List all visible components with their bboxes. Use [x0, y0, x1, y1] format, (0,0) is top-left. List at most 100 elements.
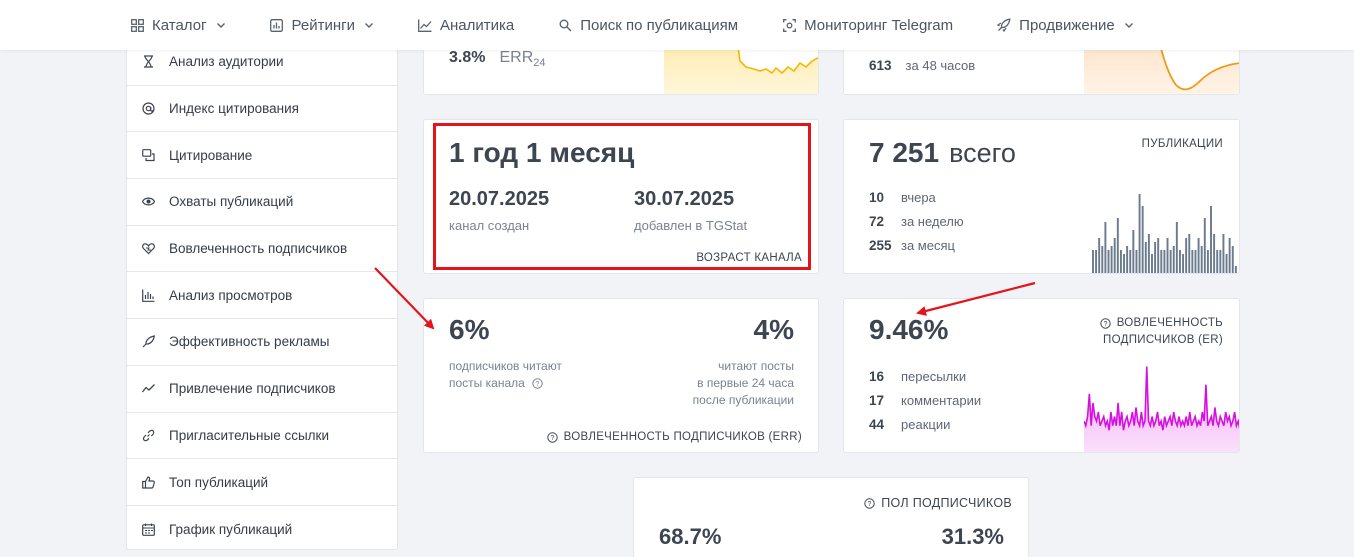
grid-icon: [130, 18, 144, 32]
stat-label: реакции: [901, 416, 951, 432]
sidebar-item-label: Эффективность рекламы: [169, 334, 330, 350]
publications-bar: [1144, 242, 1147, 273]
stat-value: 72: [869, 213, 885, 229]
publications-bar: [1225, 254, 1228, 273]
publications-bar: [1110, 246, 1113, 273]
eye-icon: [142, 195, 155, 208]
publications-bar: [1157, 238, 1160, 273]
sidebar-item[interactable]: Индекс цитирования: [127, 86, 397, 133]
publications-bar: [1154, 242, 1157, 273]
publications-bar: [1234, 266, 1237, 273]
err-right-value: 4%: [753, 314, 794, 345]
stat-label: комментарии: [901, 392, 982, 408]
publications-total: 7 251: [869, 137, 940, 168]
quote-icon: [142, 148, 155, 162]
sidebar-item-label: Анализ просмотров: [169, 287, 293, 303]
publications-bar: [1116, 218, 1119, 273]
publications-bar: [1160, 250, 1163, 273]
err24-sub: 24: [533, 57, 546, 70]
line-chart-icon: [418, 18, 432, 32]
err-card: 6% подписчиков читают посты канала ? 4% …: [423, 298, 819, 453]
sidebar-item[interactable]: Охваты публикаций: [127, 179, 397, 226]
sidebar-item[interactable]: Привлечение подписчиков: [127, 366, 397, 413]
publications-bar: [1231, 246, 1234, 273]
publications-bar: [1222, 234, 1225, 273]
publications-bar: [1141, 206, 1144, 273]
nav-analytics[interactable]: Аналитика: [418, 17, 514, 34]
err-right-label-2: в первые 24 часа: [697, 376, 794, 390]
channel-age-card: 1 год 1 месяц 20.07.2025 канал создан 30…: [423, 119, 819, 274]
err-right-label-3: после публикации: [692, 393, 794, 407]
sidebar-item[interactable]: Пригласительные ссылки: [127, 413, 397, 460]
publications-bar: [1228, 238, 1231, 273]
rocket-icon: [142, 335, 155, 348]
publications-bar: [1213, 234, 1216, 273]
nav-search[interactable]: Поиск по публикациям: [558, 17, 738, 34]
sidebar-item[interactable]: Цитирование: [127, 132, 397, 180]
sidebar-item-label: Топ публикаций: [169, 474, 269, 490]
sidebar-item-label: Привлечение подписчиков: [169, 381, 336, 397]
stat-value: 17: [869, 392, 885, 408]
publications-bar: [1129, 250, 1132, 273]
err-right-label-1: читают посты: [718, 359, 794, 373]
bar-chart-icon: [142, 289, 155, 302]
err-caption: ВОВЛЕЧЕННОСТЬ ПОДПИСЧИКОВ (ERR): [563, 431, 802, 443]
nav-ratings[interactable]: Рейтинги: [270, 17, 374, 34]
sidebar-item[interactable]: График публикаций: [127, 506, 397, 549]
svg-text:?: ?: [550, 435, 554, 442]
er-line-chart: [1084, 366, 1239, 452]
sidebar-item-label: Пригласительные ссылки: [169, 427, 330, 443]
sidebar-item[interactable]: Вовлеченность подписчиков: [127, 226, 397, 273]
er-area: [1084, 366, 1239, 452]
svg-text:?: ?: [868, 501, 872, 508]
nav-monitoring[interactable]: Мониторинг Telegram: [782, 17, 953, 34]
thumbs-up-icon: [142, 475, 155, 489]
rocket-icon: [997, 18, 1011, 32]
stat-row: 16 пересылки: [869, 364, 981, 388]
stat-row: 17 комментарии: [869, 388, 981, 412]
sidebar-item[interactable]: Анализ просмотров: [127, 272, 397, 320]
monitor-icon: [782, 18, 796, 32]
sidebar-item-label: Цитирование: [169, 147, 253, 163]
publications-caption: ПУБЛИКАЦИИ: [1141, 138, 1223, 150]
added-date: 30.07.2025: [634, 188, 735, 210]
publications-bar: [1216, 250, 1219, 273]
added-label: добавлен в TGStat: [634, 218, 748, 233]
female-value: 31.3%: [941, 524, 1004, 549]
chevron-down-icon: [364, 20, 374, 30]
chevron-down-icon: [216, 20, 226, 30]
stat-row: 44 реакции: [869, 412, 981, 436]
publications-bar: [1119, 250, 1122, 273]
publications-bar: [1092, 250, 1094, 273]
publications-bar: [1203, 218, 1206, 273]
publications-bar: [1126, 246, 1129, 273]
sidebar-item[interactable]: Эффективность рекламы: [127, 319, 397, 366]
stat-value: 16: [869, 368, 885, 384]
publications-bar: [1206, 250, 1209, 273]
publications-bar: [1166, 238, 1169, 273]
publications-bar: [1147, 234, 1150, 273]
chevron-down-icon: [1124, 20, 1134, 30]
publications-bar: [1107, 250, 1110, 273]
stat-value: 255: [869, 237, 892, 253]
help-icon[interactable]: ?: [864, 497, 875, 509]
created-date: 20.07.2025: [449, 188, 550, 210]
er-card: 9.46% ? ВОВЛЕЧЕННОСТЬ ПОДПИСЧИКОВ (ER) 1…: [843, 298, 1240, 453]
sidebar-item-label: Анализ аудитории: [169, 54, 284, 70]
help-icon[interactable]: ?: [1100, 317, 1111, 329]
search-icon: [558, 18, 572, 32]
gender-card: ? ПОЛ ПОДПИСЧИКОВ 68.7% 31.3%: [633, 477, 1029, 557]
calendar-icon: [142, 523, 155, 536]
help-icon[interactable]: ?: [546, 431, 558, 443]
sidebar-item-label: Вовлеченность подписчиков: [169, 241, 348, 257]
chart-box-icon: [270, 18, 284, 32]
trend-icon: [142, 382, 155, 395]
help-icon[interactable]: ?: [532, 377, 543, 389]
err-left-label-2-wrap: посты канала ?: [449, 376, 543, 390]
er-caption-wrap: ? ВОВЛЕЧЕННОСТЬ ПОДПИСЧИКОВ (ER): [1100, 317, 1223, 346]
nav-catalog[interactable]: Каталог: [130, 17, 226, 34]
male-value: 68.7%: [659, 524, 722, 549]
sidebar-item[interactable]: Топ публикаций: [127, 459, 397, 506]
nav-promotion[interactable]: Продвижение: [997, 17, 1134, 34]
sidebar-item-label: Индекс цитирования: [169, 101, 299, 117]
